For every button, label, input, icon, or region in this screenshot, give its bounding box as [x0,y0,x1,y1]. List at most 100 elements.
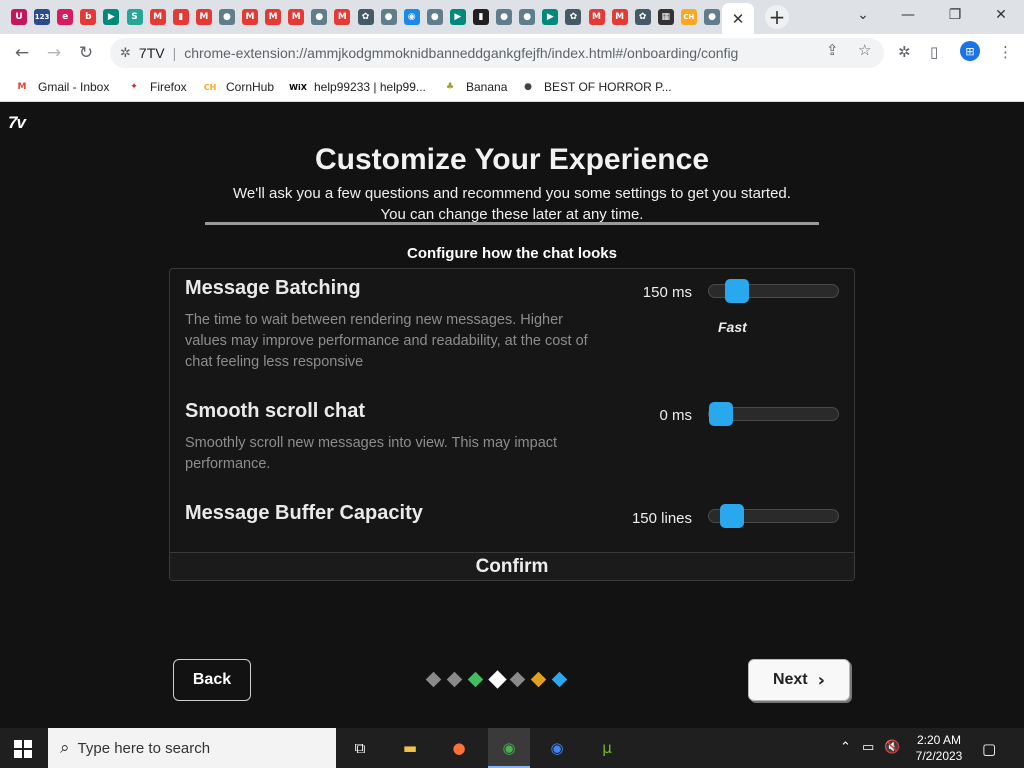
taskbar-clock[interactable]: 2:20 AM 7/2/2023 [908,732,970,764]
tab-favicon-icon: M [195,9,212,25]
tab-favicon-icon: CH [680,9,697,25]
forward-nav-button[interactable]: → [42,41,66,65]
browser-tab[interactable]: ▶ [540,7,560,27]
browser-tab[interactable]: ▶ [448,7,468,27]
browser-tab[interactable]: M [610,7,630,27]
subtitle-line-1: We'll ask you a few questions and recomm… [233,185,791,202]
tab-search-button[interactable]: ⌄ [848,4,878,26]
step-diamond [509,671,526,688]
browser-tab[interactable]: U [9,7,29,27]
bookmark-label: Gmail - Inbox [38,80,110,94]
restore-icon: ❐ [948,7,962,23]
minimize-button[interactable]: — [893,4,923,26]
slider-message-batching[interactable] [708,279,839,303]
clock-time: 2:20 AM [916,733,962,747]
browser-tab[interactable]: ● [517,7,537,27]
tray-chevron-up-icon[interactable]: ⌃ [840,740,851,755]
browser-tab[interactable]: S [125,7,145,27]
extension-puzzle-icon: ✲ [120,45,131,61]
network-icon[interactable]: ▭ [862,740,874,755]
tab-favicon-icon: M [334,9,351,25]
slider-thumb[interactable] [725,279,750,303]
browser-tab[interactable]: ● [425,7,445,27]
browser-tab[interactable]: M [587,7,607,27]
volume-muted-icon[interactable]: 🔇 [884,740,900,755]
browser-tab[interactable]: ✿ [633,7,653,27]
bookmark-item[interactable]: ✦ Firefox [126,78,186,96]
browser-tab[interactable]: 123 [32,7,52,27]
chrome-icon[interactable]: ◉ [497,736,521,760]
browser-tab[interactable]: ▮ [471,7,491,27]
bookmarks-bar: M Gmail - Inbox ✦ Firefox CH CornHub WiX help99… [0,72,1024,102]
notifications-icon[interactable]: ▢ [982,740,996,758]
tab-favicon-icon: b [80,9,97,25]
setting-name-buffer-capacity: Message Buffer Capacity [185,502,423,524]
tab-favicon-icon: M [265,9,282,25]
browser-tab[interactable]: M [263,7,283,27]
setting-desc-message-batching: The time to wait between rendering new m… [185,312,588,370]
slider-smooth-scroll[interactable] [708,402,839,426]
browser-tab[interactable]: ✿ [356,7,376,27]
active-tab[interactable]: ✕ [722,3,754,34]
tab-favicon-icon: ✿ [565,9,582,25]
settings-panel: Message Batching The time to wait betwee… [169,268,855,581]
bookmark-item[interactable]: CH CornHub [202,78,274,96]
browser-tab[interactable]: ▦ [656,7,676,27]
browser-tab[interactable]: ● [379,7,399,27]
firefox-icon[interactable]: ● [447,736,471,760]
profile-avatar[interactable]: ⊞ [960,41,980,61]
restore-button[interactable]: ❐ [940,4,970,26]
slider-buffer-capacity[interactable] [708,504,839,528]
browser-tab[interactable]: M [148,7,168,27]
slider-thumb[interactable] [719,504,744,528]
browser-tab[interactable]: ● [309,7,329,27]
extensions-icon[interactable]: ✲ [898,43,911,61]
browser-tab[interactable]: M [240,7,260,27]
bookmark-label: help99233 | help99... [314,80,426,94]
browser-tab[interactable]: M [286,7,306,27]
file-explorer-icon[interactable]: ▬ [398,736,422,760]
step-diamond [551,671,568,688]
back-button[interactable]: Back [173,659,251,701]
menu-kebab-icon[interactable]: ⋮ [998,43,1013,61]
bookmark-item[interactable]: WiX help99233 | help99... [289,78,426,96]
browser-tab[interactable]: ● [702,7,722,27]
side-panel-icon[interactable]: ▯ [930,43,938,61]
url-text[interactable]: chrome-extension://ammjkodgmmoknidbanned… [184,45,738,61]
reload-button[interactable]: ↻ [74,41,98,65]
close-window-button[interactable]: ✕ [986,4,1016,26]
address-separator: | [172,45,177,61]
taskbar-search[interactable]: ⌕ Type here to search [48,728,336,768]
browser-tab[interactable]: ▶ [101,7,121,27]
browser-tab[interactable]: ✿ [563,7,583,27]
browser-tab[interactable]: e [55,7,75,27]
back-nav-button[interactable]: ← [10,41,34,65]
chrome-secondary-icon[interactable]: ◉ [545,736,569,760]
task-view-icon[interactable]: ⧉ [348,736,372,760]
next-label: Next [772,671,808,688]
browser-tab[interactable]: M [194,7,214,27]
title-divider [205,222,819,225]
windows-start-icon[interactable] [14,740,32,758]
bookmark-item[interactable]: M Gmail - Inbox [14,78,110,96]
browser-tab[interactable]: ● [494,7,514,27]
address-bar[interactable]: ✲ 7TV | chrome-extension://ammjkodgmmokn… [110,38,884,68]
browser-tab[interactable]: ▮ [171,7,191,27]
utorrent-icon[interactable]: µ [595,736,619,760]
bookmark-star-icon[interactable]: ☆ [858,41,871,59]
new-tab-button[interactable]: + [765,5,789,29]
close-icon[interactable]: ✕ [732,10,745,28]
bookmark-item[interactable]: ♣ Banana [442,78,507,96]
browser-tab[interactable]: M [332,7,352,27]
next-button[interactable]: Next › [748,659,850,701]
share-icon[interactable]: ⇪ [826,41,839,59]
tab-favicon-icon: ▶ [542,9,559,25]
confirm-button[interactable]: Confirm [170,552,854,580]
browser-tab[interactable]: ◉ [402,7,422,27]
browser-tab[interactable]: b [78,7,98,27]
tab-favicon-icon: ▶ [449,9,466,25]
browser-tab[interactable]: CH [679,7,699,27]
bookmark-item[interactable]: ● BEST OF HORROR P... [520,78,672,96]
slider-thumb[interactable] [709,402,733,426]
browser-tab[interactable]: ● [217,7,237,27]
